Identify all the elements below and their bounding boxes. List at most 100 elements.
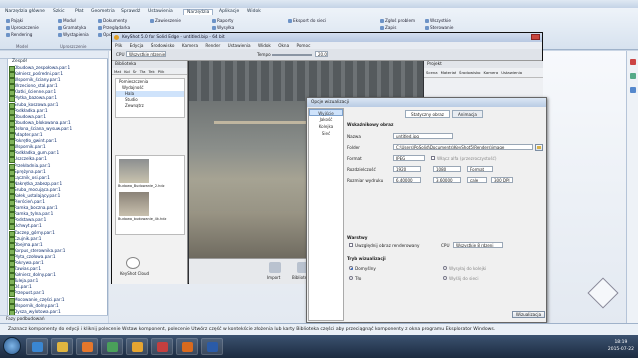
tab-camera[interactable]: Kamera [484,70,499,75]
cpu-cores-select[interactable]: Wszystkie 8 rdzeni [453,242,503,248]
alpha-checkbox[interactable] [431,156,435,160]
tab-tools[interactable]: Narzędzia [183,9,214,15]
assembly-tree[interactable]: Obudowa_zespołowa.par:1 Kołnierz_pośredni… [0,65,108,321]
menu-view[interactable]: Widok [258,43,271,48]
menu-window[interactable]: Okna [278,43,289,48]
ribbon-btn-report-problem[interactable]: Zgłoś problem [380,18,415,23]
menu-environment[interactable]: Środowisko [151,43,175,48]
menu-render[interactable]: Render [205,43,220,48]
tab-still-image[interactable]: Statyczny obraz [405,110,450,118]
mode-title: Tryb wizualizacji [347,256,386,261]
environment-thumbnail[interactable] [119,192,149,216]
menu-settings[interactable]: Ustawienia [228,43,251,48]
ribbon-btn-browser[interactable]: Przeglądarka [98,25,130,30]
ribbon-btn-reports[interactable]: Raporty [212,18,233,23]
tab-home[interactable]: Narzędzia główne [2,9,48,15]
nav-quality[interactable]: Jakość [309,116,343,123]
environment-thumbnail[interactable] [119,159,149,183]
cloud-icon[interactable] [126,257,140,269]
firefox-icon[interactable] [176,338,198,355]
folder-input[interactable]: C:\Users\PoSolid\Documents\KeyShot5\Rend… [393,144,533,150]
ribbon-btn-control[interactable]: Sterowanie [425,25,453,30]
side-tab-strip[interactable] [0,59,8,321]
tab-settings[interactable]: Ustawienia [145,9,176,15]
render-button[interactable]: Wizualizacja [512,311,545,318]
close-icon[interactable] [531,34,540,40]
menu-file[interactable]: Plik [115,43,122,48]
tab-backplates[interactable]: Tła [140,68,146,74]
tab-apps[interactable]: Aplikacje [216,9,242,15]
ribbon-btn-save[interactable]: Zapis [380,25,396,30]
mode-background-radio[interactable] [349,276,353,280]
color-palette-icon[interactable] [630,59,636,65]
format-select[interactable]: JPEG [393,155,425,161]
clock[interactable]: 18:19 2015-07-22 [608,339,634,353]
ribbon-btn-occurrences[interactable]: Wystąpienia [58,32,89,37]
media-icon[interactable] [76,338,98,355]
ribbon-btn-send[interactable]: Wysyłka [212,25,234,30]
keyshot-icon[interactable] [151,338,173,355]
library-icon[interactable] [630,87,636,93]
ribbon-btn-simplify[interactable]: Uproszczenie [6,25,39,30]
layers-icon[interactable] [630,73,636,79]
tab-environment[interactable]: Środowisko [459,70,480,75]
tab-settings[interactable]: Ustawienia [501,70,522,75]
cpu-usage-select[interactable]: Wszystkie rdzenie [126,51,166,57]
dpi-select[interactable]: 300 DPI [491,177,513,183]
ribbon-btn-rendering[interactable]: Rendering [6,32,32,37]
nav-output[interactable]: Wyjście [309,109,343,116]
word-icon[interactable] [201,338,223,355]
tab-environments[interactable]: Śr [133,68,137,74]
tab-scene[interactable]: Scena [426,70,438,75]
nav-queue[interactable]: Kolejka [309,123,343,130]
print-height-input[interactable]: 3.60000 [433,177,461,183]
ribbon-btn-spiders[interactable]: Pająki [6,18,23,23]
ribbon-btn-model[interactable]: Moduł [58,18,76,23]
tab-geometry[interactable]: Geometria [88,9,118,15]
ribbon-btn-grammar[interactable]: Gramatyka [58,25,86,30]
tree-item[interactable]: Dysza_wylotowa.par:1 [0,309,108,316]
tab-sketch[interactable]: Szkic [50,9,68,15]
menu-camera[interactable]: Kamera [182,43,198,48]
resolution-width-input[interactable]: 1920 [393,166,421,172]
import-icon[interactable] [269,262,281,273]
ribbon-btn-suspend[interactable]: Zawieszenie [150,18,181,23]
tab-colors[interactable]: Kol [124,68,130,74]
mode-queue-radio[interactable] [443,266,447,270]
environment-folder-tree[interactable]: Pomieszczenia Wydajność Hala Studio Zewn… [115,78,185,118]
render-layers-checkbox[interactable] [349,243,353,247]
tab-materials[interactable]: Mat [114,68,121,74]
bottom-tab-phases[interactable]: Fazy podbudowań [0,315,108,323]
pace-slider[interactable] [272,54,312,56]
tree-root[interactable]: Zespół [12,59,27,64]
name-input[interactable]: untitled.jpg [393,133,453,139]
start-orb-icon[interactable] [3,337,21,355]
nav-network[interactable]: Sieć [309,130,343,137]
folder-item[interactable]: Zewnątrz [116,103,184,109]
tab-surface[interactable]: Płat [72,9,87,15]
resolution-preset-select[interactable]: Format [467,166,493,172]
ribbon-btn-export-web[interactable]: Eksport do sieci [288,18,326,23]
tab-inspect[interactable]: Sprawdź [118,9,143,15]
mode-default-radio[interactable] [349,266,353,270]
print-unit-select[interactable]: cale [467,177,487,183]
tab-animation[interactable]: Animacja [452,110,483,118]
menu-edit[interactable]: Edycja [130,43,144,48]
menu-help[interactable]: Pomoc [296,43,310,48]
chrome-icon[interactable] [101,338,123,355]
solidedge-icon[interactable] [126,338,148,355]
browse-folder-button[interactable] [535,144,543,151]
ribbon-btn-all[interactable]: Wszystkie [425,18,451,23]
right-tab-strip[interactable] [626,51,638,323]
explorer-icon[interactable] [51,338,73,355]
ribbon-btn-documents[interactable]: Dokumenty [98,18,127,23]
mode-network-radio[interactable] [443,276,447,280]
tab-file[interactable]: Plik [158,68,165,74]
tab-material[interactable]: Materiał [441,70,456,75]
resolution-height-input[interactable]: 1080 [433,166,461,172]
tab-textures[interactable]: Tek [149,68,155,74]
print-width-input[interactable]: 6.40000 [393,177,421,183]
tab-view[interactable]: Widok [244,9,264,15]
ie-icon[interactable] [26,338,48,355]
fps-field[interactable]: 20.0 [315,51,328,57]
